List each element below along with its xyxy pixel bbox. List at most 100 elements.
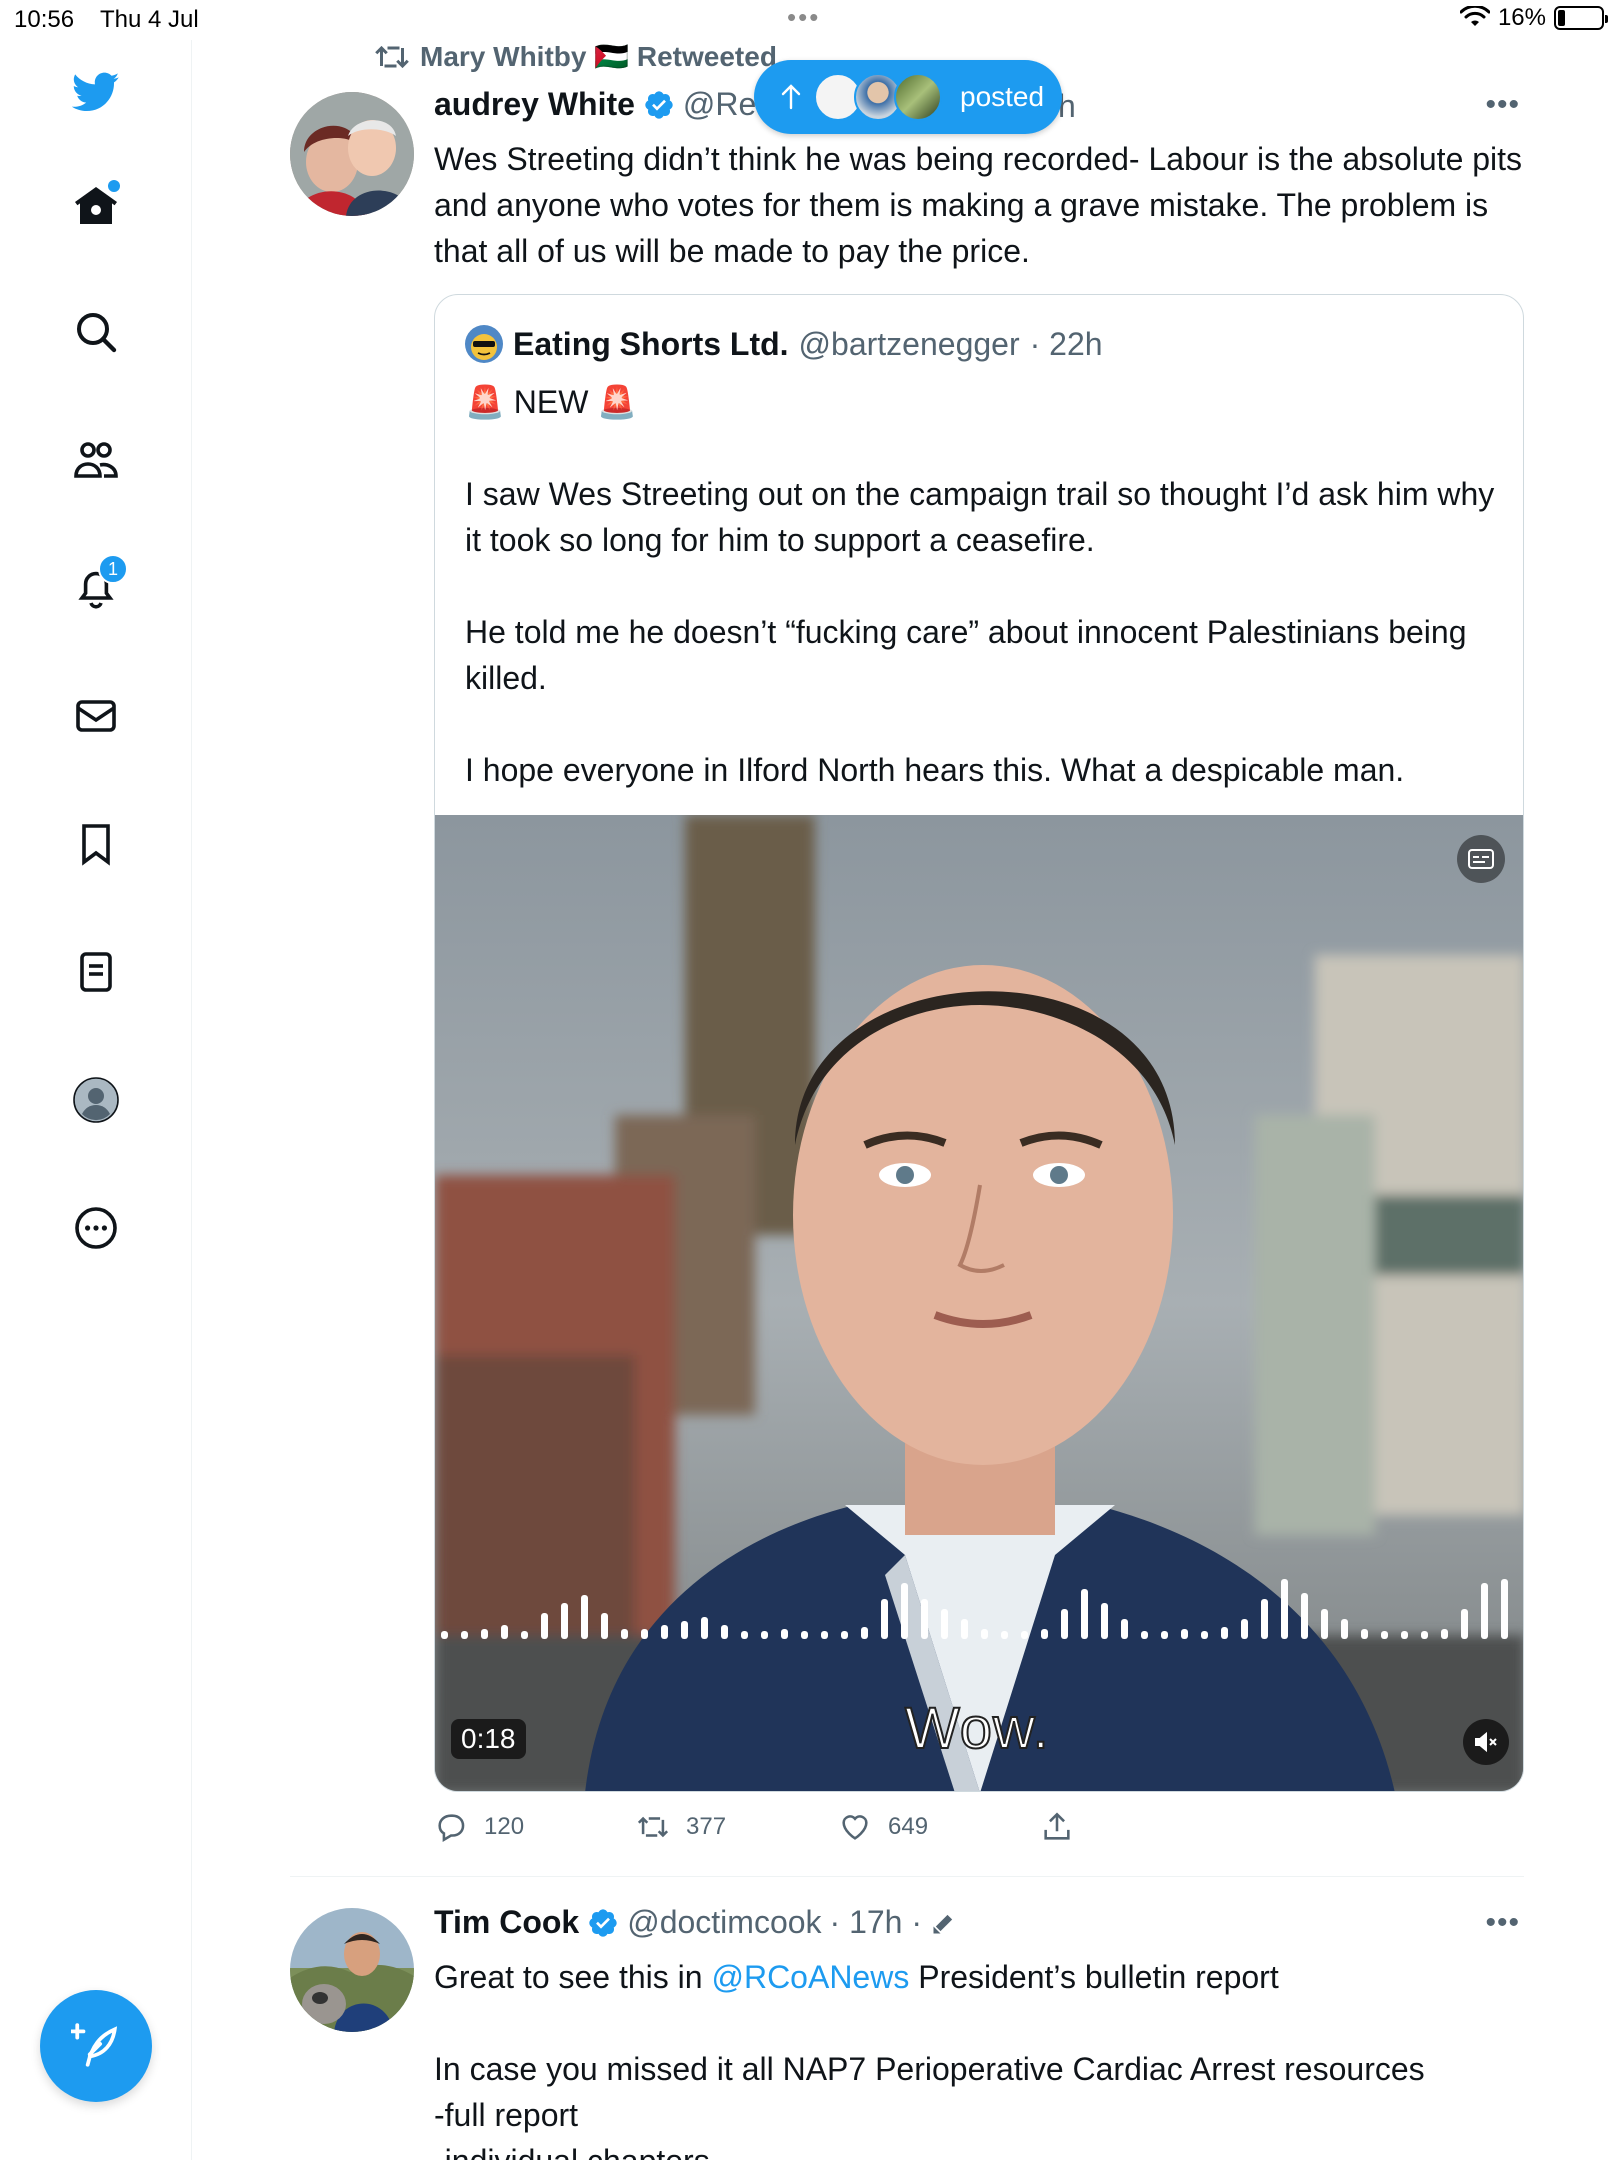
tweet2-text: Great to see this in @RCoANews President… — [434, 1954, 1534, 2160]
reply-icon — [438, 1814, 465, 1843]
waveform-bar — [1261, 1599, 1268, 1639]
waveform-bar — [1141, 1631, 1148, 1639]
compose-icon — [71, 2023, 118, 2067]
reply-count: 120 — [484, 1813, 525, 1840]
compose-tweet-button[interactable] — [40, 1990, 152, 2102]
waveform-bar — [1001, 1631, 1008, 1639]
waveform-bar — [461, 1631, 468, 1639]
waveform-bar — [961, 1619, 968, 1639]
waveform-bar — [721, 1625, 728, 1639]
heart-icon — [842, 1815, 868, 1840]
waveform-bar — [481, 1629, 488, 1639]
author-handle[interactable]: @Re — [683, 86, 756, 123]
waveform-bar — [1221, 1627, 1228, 1639]
tweet2-text-prefix: Great to see this in — [434, 1959, 712, 1995]
quote-author-avatar[interactable] — [465, 325, 503, 363]
waveform-bar — [1161, 1631, 1168, 1639]
waveform-bar — [881, 1599, 888, 1639]
waveform-bar — [861, 1627, 868, 1639]
waveform-bar — [1461, 1609, 1468, 1639]
lists-icon[interactable] — [66, 942, 126, 1002]
search-icon[interactable] — [66, 302, 126, 362]
waveform-bar — [581, 1595, 588, 1639]
quote-author-name[interactable]: Eating Shorts Ltd. — [513, 326, 789, 363]
tweet2-line2: In case you missed it all NAP7 Periopera… — [434, 2051, 1425, 2087]
waveform-bar — [541, 1613, 548, 1639]
posted-label: posted — [960, 81, 1045, 112]
arrow-up-icon — [781, 84, 801, 110]
sidebar-nav: 1 — [0, 40, 192, 2160]
like-count: 649 — [888, 1813, 929, 1840]
tweet2-author-handle[interactable]: @doctimcook — [627, 1904, 821, 1941]
multitasking-dots-icon[interactable]: ••• — [787, 2, 820, 33]
notifications-bell-icon[interactable]: 1 — [66, 554, 128, 618]
bookmark-icon[interactable] — [66, 814, 126, 874]
waveform-bar — [1061, 1609, 1068, 1639]
video-caption: Wow. — [904, 1695, 1050, 1762]
retweet-icon — [375, 45, 409, 68]
waveform-bar — [1441, 1629, 1448, 1639]
more-circle-icon[interactable] — [66, 1198, 126, 1258]
tweet-divider — [290, 1876, 1524, 1877]
mail-icon[interactable] — [66, 686, 126, 746]
quote-author-handle[interactable]: @bartzenegger — [799, 326, 1020, 363]
captions-toggle-icon[interactable] — [1457, 835, 1505, 883]
tweet2-text-suffix: President’s bulletin report — [909, 1959, 1279, 1995]
mute-toggle-icon[interactable] — [1463, 1719, 1509, 1765]
reply-button[interactable]: 120 — [434, 1810, 636, 1844]
edited-pencil-icon[interactable] — [930, 1909, 958, 1937]
waveform-bar — [621, 1629, 628, 1639]
author-name[interactable]: audrey White — [434, 86, 635, 123]
tim-cook-avatar[interactable] — [290, 1908, 414, 2032]
retweet-count: 377 — [686, 1813, 727, 1840]
mention-link[interactable]: @RCoANews — [711, 1959, 909, 1995]
pill-avatar — [894, 73, 942, 121]
waveform-bar — [1101, 1603, 1108, 1639]
waveform-bar — [1021, 1631, 1028, 1639]
communities-icon[interactable] — [66, 430, 126, 490]
status-bar: 10:56 Thu 4 Jul ••• 16% — [0, 0, 1620, 40]
profile-avatar-icon[interactable] — [66, 1070, 126, 1130]
like-button[interactable]: 649 — [838, 1810, 1040, 1844]
quote-text: 🚨 NEW 🚨 I saw Wes Streeting out on the c… — [465, 379, 1495, 839]
home-icon[interactable] — [66, 176, 126, 236]
waveform-bar — [781, 1629, 788, 1639]
waveform-bar — [521, 1631, 528, 1639]
tweet2-more-options-icon[interactable]: ••• — [1485, 1906, 1520, 1940]
waveform-bar — [921, 1599, 928, 1639]
waveform-bar — [1381, 1631, 1388, 1639]
waveform-bar — [681, 1621, 688, 1639]
verified-badge-icon — [645, 90, 673, 119]
tweet-more-options-icon[interactable]: ••• — [1485, 88, 1520, 122]
waveform-bar — [1241, 1619, 1248, 1639]
battery-percent: 16% — [1497, 4, 1546, 31]
twitter-bird-icon[interactable] — [66, 62, 126, 122]
waveform-bar — [1201, 1631, 1208, 1639]
quoted-tweet[interactable]: Eating Shorts Ltd. @bartzenegger · 22h 🚨… — [434, 294, 1524, 1792]
waveform-bar — [741, 1631, 748, 1639]
waveform-bar — [501, 1625, 508, 1639]
waveform-bar — [1181, 1629, 1188, 1639]
quote-paragraph: I hope everyone in Ilford North hears th… — [465, 752, 1405, 788]
video-player[interactable]: Wow. 0:18 — [435, 815, 1523, 1791]
retweet-button[interactable]: 377 — [636, 1810, 838, 1844]
quote-header: Eating Shorts Ltd. @bartzenegger · 22h — [465, 325, 1103, 363]
tweet2-time[interactable]: · 17h · — [830, 1904, 922, 1941]
video-duration: 0:18 — [451, 1719, 526, 1759]
retweet-context[interactable]: Mary Whitby 🇵🇸 Retweeted — [374, 40, 777, 73]
new-posts-pill[interactable]: posted — [754, 60, 1062, 134]
status-date: Thu 4 Jul — [100, 6, 199, 33]
status-right: 16% — [1459, 4, 1608, 32]
share-button[interactable] — [1040, 1810, 1242, 1844]
tweet2-line3: -full report — [434, 2097, 579, 2133]
wifi-icon — [1459, 6, 1490, 26]
home-unread-dot — [108, 180, 120, 192]
waveform-bar — [641, 1629, 648, 1639]
verified-badge-icon — [589, 1908, 617, 1937]
quote-time: · 22h — [1029, 325, 1103, 362]
waveform-bar — [1341, 1619, 1348, 1639]
author-avatar[interactable] — [290, 92, 414, 216]
retweet-icon — [637, 1816, 669, 1838]
waveform-bar — [941, 1609, 948, 1639]
tweet2-author-name[interactable]: Tim Cook — [434, 1904, 579, 1941]
